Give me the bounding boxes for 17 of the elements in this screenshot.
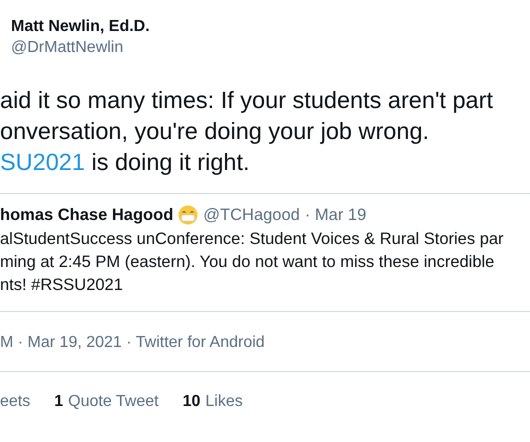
- author-name[interactable]: Matt Newlin, Ed.D.: [11, 17, 150, 37]
- quoted-tweet-date: · Mar 19: [304, 205, 366, 226]
- quoted-tweet-card[interactable]: homas Chase Hagood @TCHagood · Mar 19 alStudentSuccess unConference: Student Voices & Rural Stories par ming at 2:45 PM (eastern). You do not want to miss these incredible nts! #RSSU2021: [0, 193, 530, 312]
- engagement-stat[interactable]: 1 Quote Tweet: [54, 393, 159, 411]
- engagement-stat[interactable]: eets: [0, 393, 30, 411]
- quoted-author-name: homas Chase Hagood: [0, 205, 174, 226]
- mask-face-icon: [178, 205, 198, 225]
- quoted-tweet-text: alStudentSuccess unConference: Student Voices & Rural Stories par: [0, 229, 504, 250]
- tweet-text: is doing it right.: [90, 148, 250, 177]
- quoted-tweet-text: ming at 2:45 PM (eastern). You do not want to miss these incredible: [0, 252, 494, 273]
- tweet-text: aid it so many times: If your students aren't part: [0, 86, 493, 115]
- author-handle[interactable]: @DrMattNewlin: [11, 37, 124, 59]
- quoted-author-handle: @TCHagood: [203, 205, 300, 226]
- engagement-stat[interactable]: 10 Likes: [182, 393, 243, 411]
- tweet-text: onversation, you're doing your job wrong.: [0, 117, 430, 146]
- quoted-tweet-text: nts! #RSSU2021: [0, 275, 123, 296]
- tweet-timestamp: M · Mar 19, 2021 · Twitter for Android: [0, 312, 530, 372]
